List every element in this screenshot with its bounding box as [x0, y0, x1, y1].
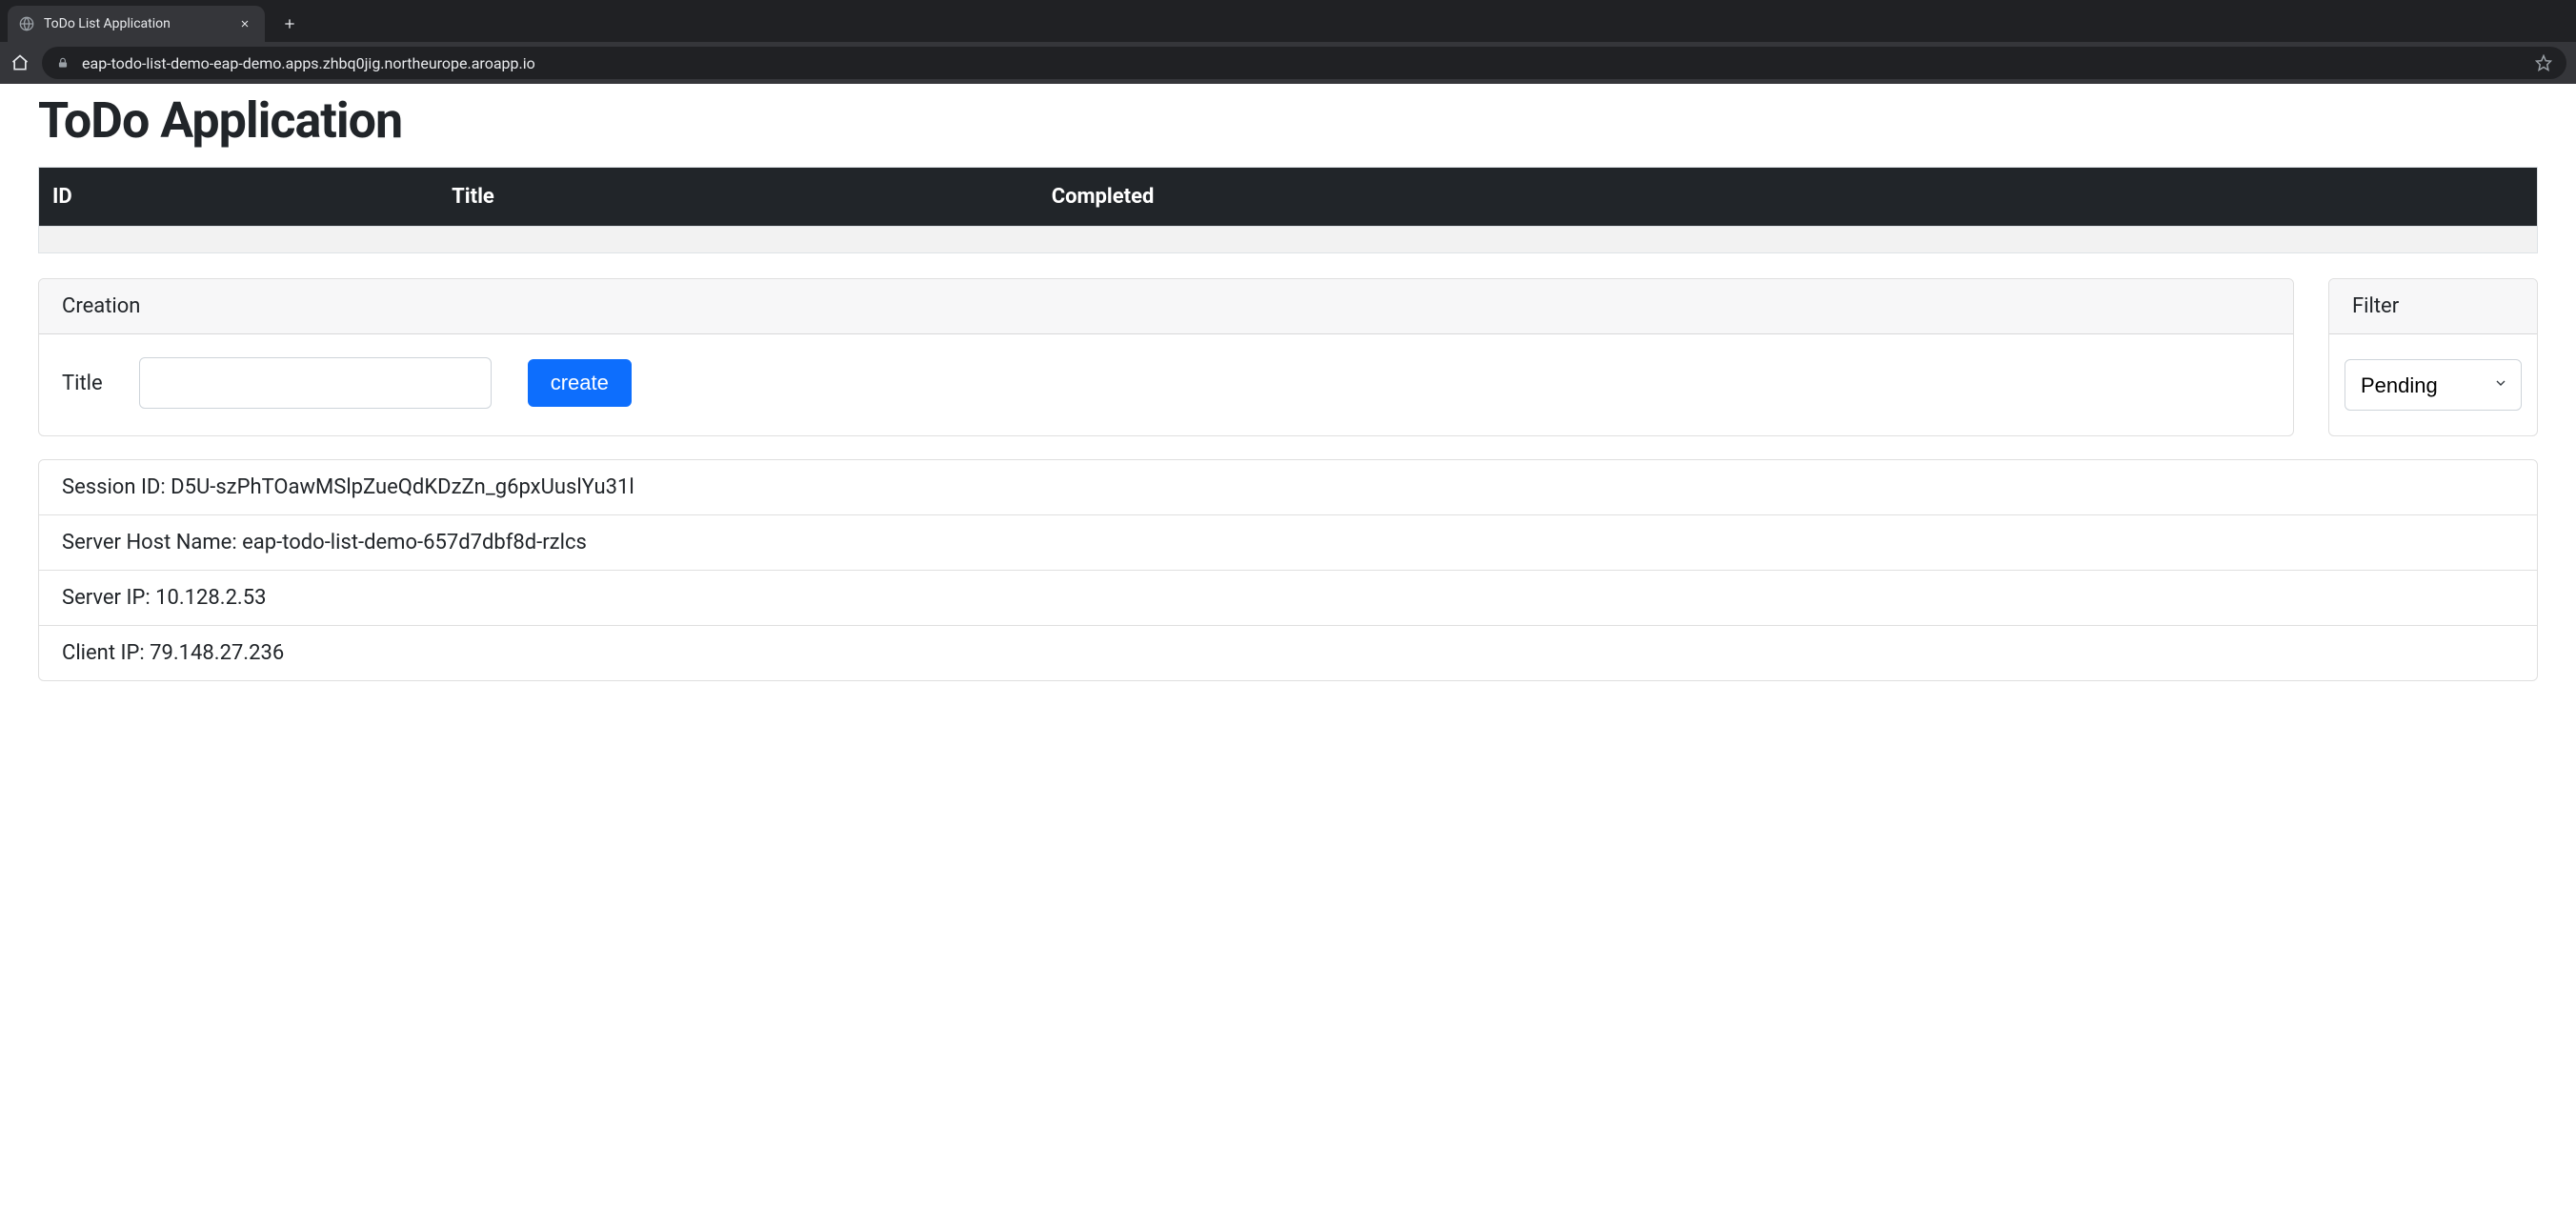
tab-title: ToDo List Application [44, 16, 171, 31]
creation-card: Creation Title create [38, 278, 2294, 436]
tab-bar: ToDo List Application [0, 0, 2576, 42]
close-icon[interactable] [236, 15, 253, 32]
creation-form: Title create [62, 357, 2270, 409]
new-tab-button[interactable] [276, 10, 303, 37]
info-server-ip-label: Server IP: [62, 586, 151, 610]
filter-select[interactable]: Pending [2345, 359, 2522, 411]
info-server-host-value: eap-todo-list-demo-657d7dbf8d-rzlcs [242, 531, 587, 554]
page-content: ToDo Application ID Title Completed Crea… [0, 91, 2576, 719]
url-text: eap-todo-list-demo-eap-demo.apps.zhbq0ji… [82, 54, 2523, 72]
filter-card: Filter Pending [2328, 278, 2538, 436]
creation-header: Creation [39, 279, 2293, 334]
address-bar[interactable]: eap-todo-list-demo-eap-demo.apps.zhbq0ji… [42, 47, 2566, 79]
info-client-ip-value: 79.148.27.236 [150, 641, 284, 665]
info-server-host: Server Host Name: eap-todo-list-demo-657… [39, 515, 2537, 571]
title-label: Title [62, 372, 103, 395]
col-header-title: Title [438, 168, 1038, 227]
info-session-label: Session ID: [62, 475, 166, 499]
info-server-ip-value: 10.128.2.53 [155, 586, 266, 610]
info-client-ip: Client IP: 79.148.27.236 [39, 626, 2537, 680]
filter-header: Filter [2329, 279, 2537, 334]
bookmark-star-icon[interactable] [2534, 53, 2553, 72]
info-session-value: D5U-szPhTOawMSlpZueQdKDzZn_g6pxUuslYu31l [171, 475, 634, 499]
table-header-row: ID Title Completed [39, 168, 2538, 227]
globe-icon [19, 16, 34, 31]
address-bar-row: eap-todo-list-demo-eap-demo.apps.zhbq0ji… [0, 42, 2576, 84]
info-client-ip-label: Client IP: [62, 641, 145, 665]
page-title: ToDo Application [38, 91, 2538, 150]
col-header-id: ID [39, 168, 439, 227]
table-empty-row [39, 227, 2538, 253]
lock-icon [55, 55, 70, 71]
info-list: Session ID: D5U-szPhTOawMSlpZueQdKDzZn_g… [38, 459, 2538, 681]
info-server-ip: Server IP: 10.128.2.53 [39, 571, 2537, 626]
browser-chrome: ToDo List Application eap-todo-list-demo… [0, 0, 2576, 84]
todo-table: ID Title Completed [38, 167, 2538, 253]
info-session: Session ID: D5U-szPhTOawMSlpZueQdKDzZn_g… [39, 460, 2537, 515]
panels-row: Creation Title create Filter Pending [38, 278, 2538, 436]
title-input[interactable] [139, 357, 492, 409]
home-icon[interactable] [10, 52, 30, 73]
create-button[interactable]: create [528, 359, 632, 407]
browser-tab[interactable]: ToDo List Application [8, 6, 265, 42]
col-header-completed: Completed [1038, 168, 2538, 227]
info-server-host-label: Server Host Name: [62, 531, 237, 554]
